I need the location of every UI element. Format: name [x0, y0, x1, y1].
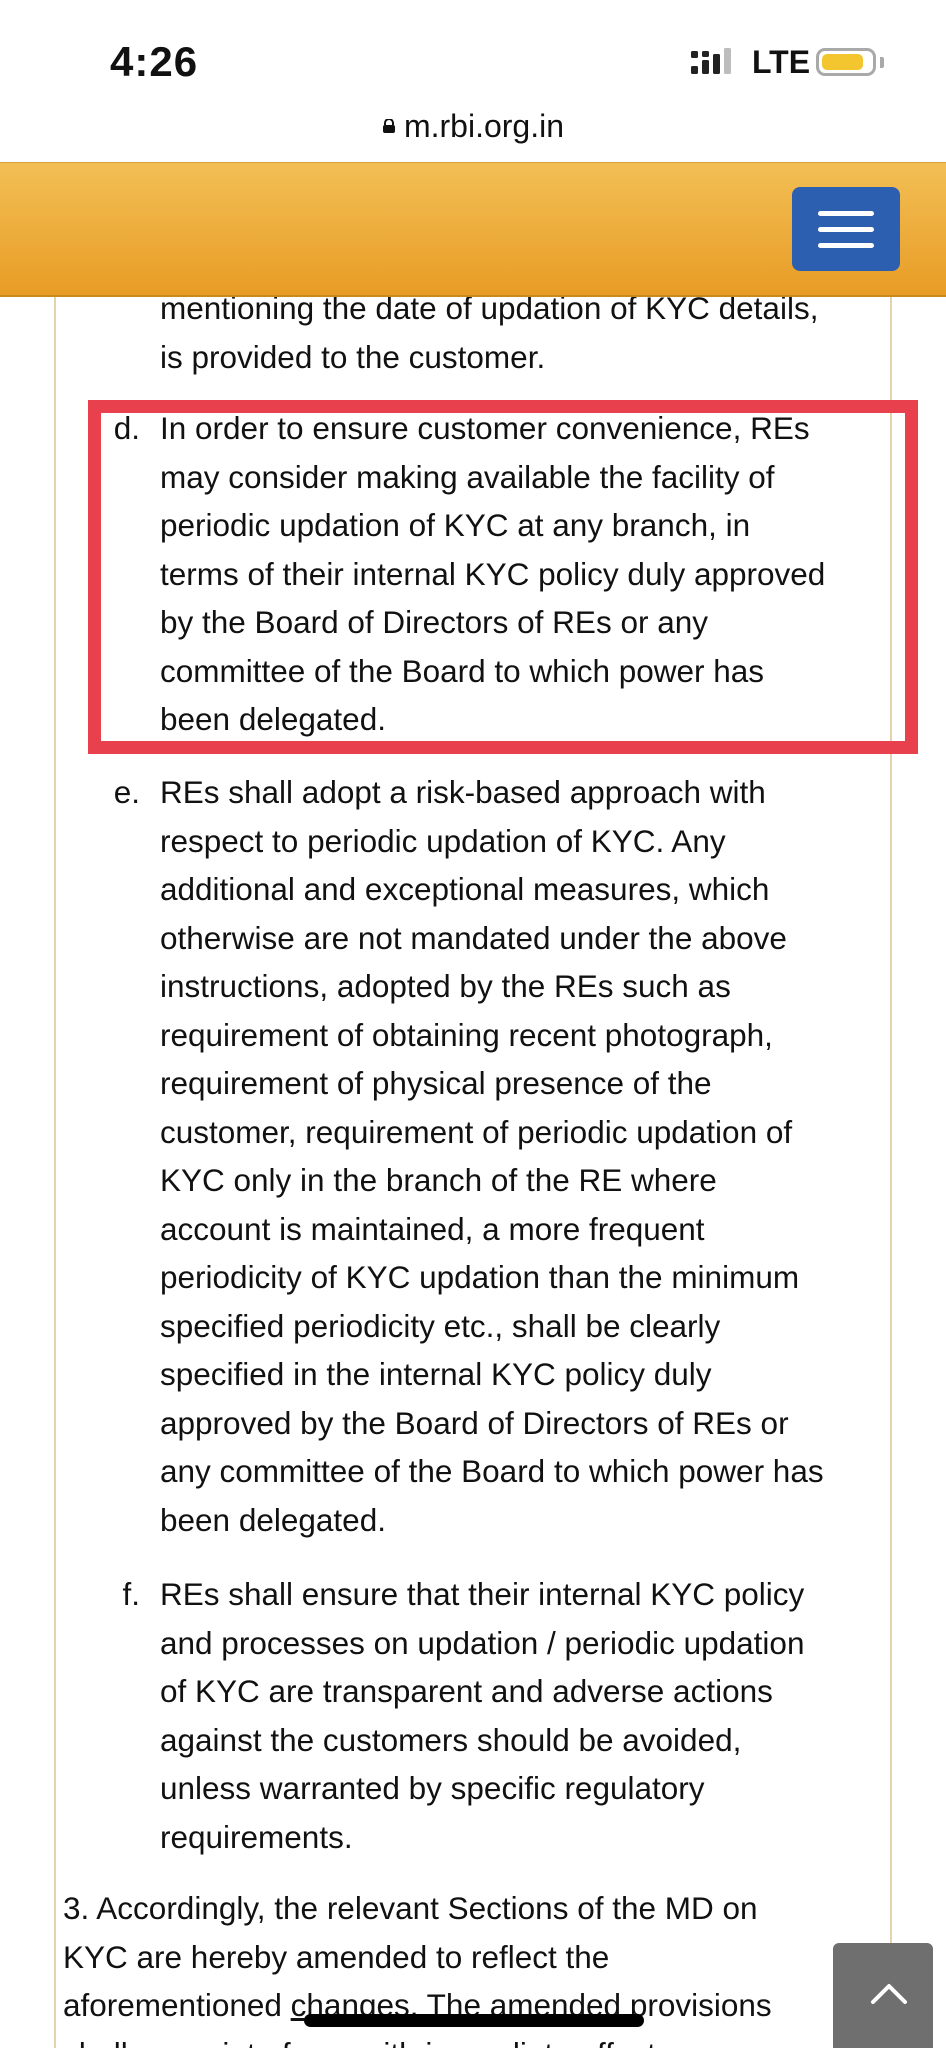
- signal-strength-icon: [691, 48, 731, 74]
- article-content: mentioning the date of updation of KYC d…: [0, 294, 946, 2048]
- highlight-box: [88, 400, 918, 754]
- clock: 4:26: [110, 38, 199, 85]
- lock-icon: [382, 118, 395, 133]
- hamburger-menu-button[interactable]: [792, 187, 900, 271]
- site-header: [0, 162, 946, 297]
- network-type: LTE: [752, 44, 811, 80]
- chevron-up-icon: [871, 1984, 907, 2004]
- battery-cap: [880, 57, 884, 68]
- url-text: m.rbi.org.in: [403, 108, 565, 144]
- scroll-to-top-button[interactable]: [833, 1943, 933, 2048]
- list-marker-e: e.: [113, 774, 140, 810]
- status-bar: 4:26 LTE: [0, 0, 946, 118]
- list-item-f: REs shall ensure that their internal KYC…: [160, 1576, 805, 1855]
- home-indicator[interactable]: [304, 2014, 644, 2027]
- previous-item-tail: mentioning the date of updation of KYC d…: [160, 294, 819, 375]
- battery-icon: [816, 48, 876, 76]
- list-marker-f: f.: [122, 1576, 140, 1612]
- address-bar[interactable]: m.rbi.org.in: [0, 108, 946, 158]
- content-border-left: [54, 294, 56, 2048]
- list-item-e: REs shall adopt a risk-based approach wi…: [160, 774, 824, 1538]
